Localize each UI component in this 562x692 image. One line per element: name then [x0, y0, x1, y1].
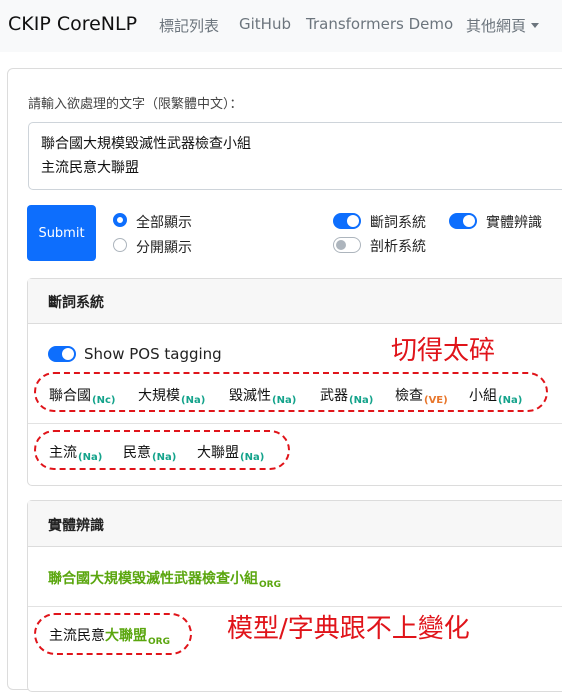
- ws-card-header: 斷詞系統: [28, 279, 562, 324]
- toggle-show-pos-label: Show POS tagging: [84, 345, 222, 363]
- ner-line-1: 聯合國大規模毀滅性武器檢查小組ORG: [48, 568, 281, 590]
- navbar: CKIP CoreNLP 標記列表 GitHub Transformers De…: [0, 0, 562, 52]
- brand-logo[interactable]: CKIP CoreNLP: [8, 13, 137, 35]
- text-input-area[interactable]: 聯合國大規模毀滅性武器檢查小組 主流民意大聯盟: [28, 122, 562, 190]
- annotation-ellipse: [34, 372, 548, 412]
- radio-show-separately[interactable]: [113, 238, 127, 252]
- ws-divider: [28, 423, 562, 424]
- toggle-parser[interactable]: [333, 237, 361, 253]
- toggle-ner[interactable]: [449, 213, 477, 229]
- radio-show-all[interactable]: [113, 213, 127, 227]
- text-input-line-2: 主流民意大聯盟: [41, 160, 139, 176]
- ner-card-header: 實體辨識: [28, 501, 562, 547]
- radio-show-separately-label: 分開顯示: [136, 240, 192, 256]
- ws-card-title: 斷詞系統: [48, 295, 104, 311]
- nav-link-tag-list[interactable]: 標記列表: [159, 15, 219, 36]
- toggle-word-segmentation-label: 斷詞系統: [370, 215, 426, 231]
- annotation-ellipse: [34, 430, 290, 470]
- input-prompt-label: 請輸入欲處理的文字（限繁體中文）：: [28, 97, 243, 112]
- annotation-model-lag: 模型/字典跟不上變化: [227, 614, 470, 644]
- toggle-show-pos[interactable]: [48, 346, 76, 362]
- nav-link-transformers-demo[interactable]: Transformers Demo: [306, 15, 453, 33]
- annotation-too-fragmented: 切得太碎: [391, 336, 496, 366]
- ner-card-title: 實體辨識: [48, 518, 104, 534]
- radio-show-all-label: 全部顯示: [136, 215, 192, 231]
- nav-dropdown-label: 其他網頁: [466, 17, 527, 35]
- ner-entity-type: ORG: [259, 580, 281, 590]
- nav-link-github[interactable]: GitHub: [239, 15, 291, 33]
- ner-divider: [28, 606, 562, 607]
- toggle-parser-label: 剖析系統: [370, 239, 426, 255]
- submit-button[interactable]: Submit: [27, 205, 96, 261]
- annotation-ellipse: [34, 613, 192, 655]
- ner-entity: 聯合國大規模毀滅性武器檢查小組: [48, 571, 258, 587]
- toggle-ner-label: 實體辨識: [486, 215, 542, 231]
- toggle-word-segmentation[interactable]: [333, 213, 361, 229]
- text-input-line-1: 聯合國大規模毀滅性武器檢查小組: [41, 136, 251, 152]
- ner-card: 實體辨識: [27, 500, 562, 692]
- nav-dropdown-other-pages[interactable]: 其他網頁: [466, 15, 540, 36]
- chevron-down-icon: [531, 23, 540, 28]
